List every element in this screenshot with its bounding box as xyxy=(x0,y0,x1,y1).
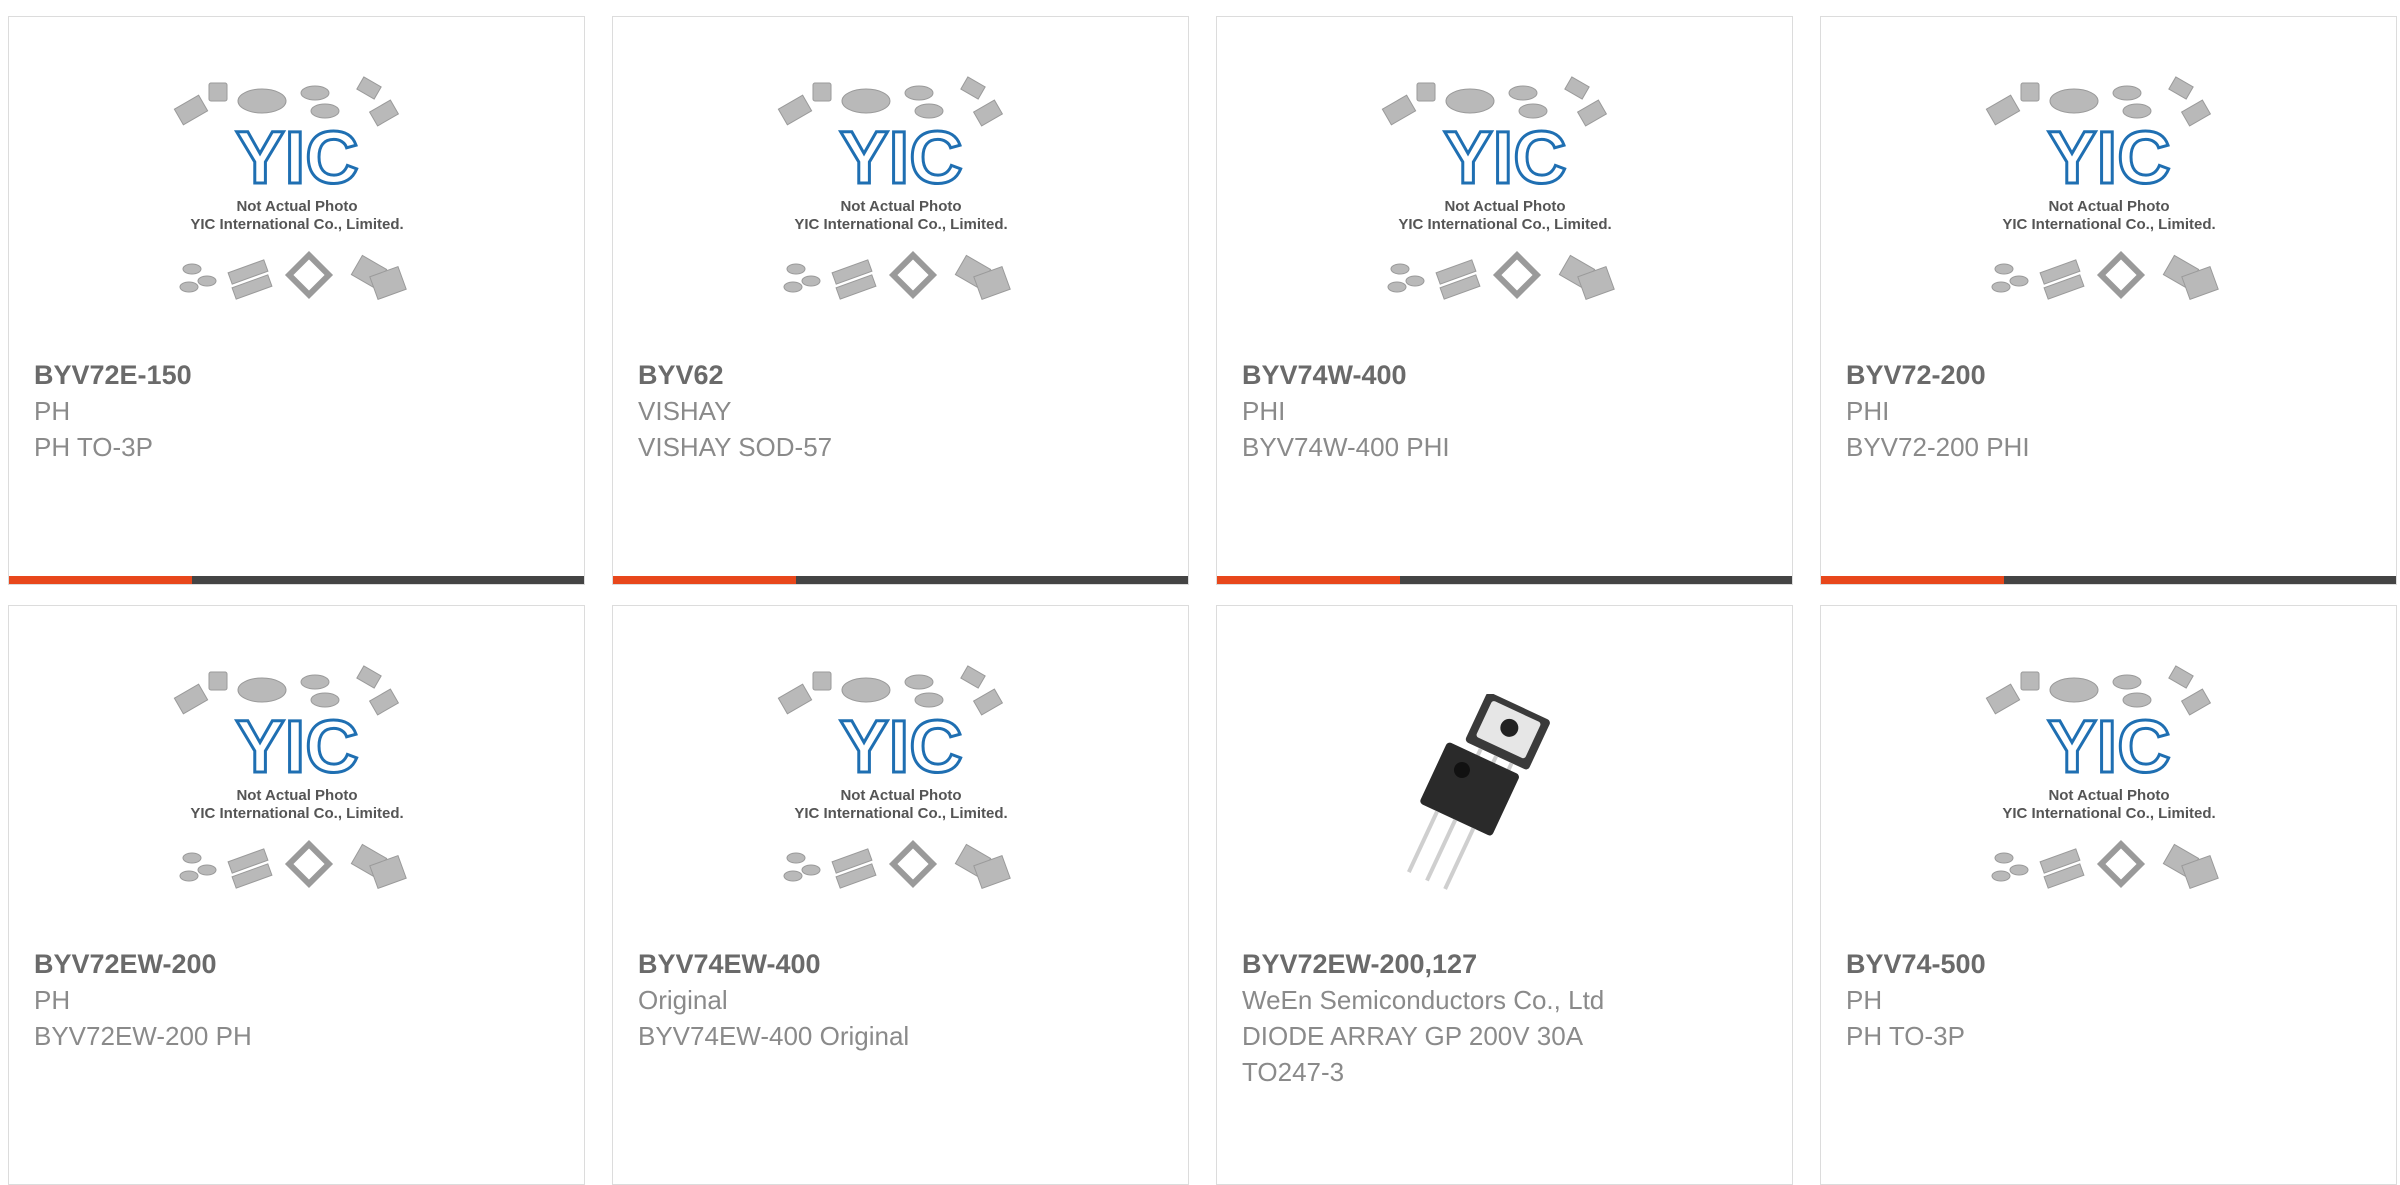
placeholder-image: YIC Not Actual Photo YIC International C… xyxy=(1985,76,2219,301)
product-info: BYV72EW-200,127 WeEn Semiconductors Co.,… xyxy=(1242,946,1772,1090)
description: BYV72-200 PHI xyxy=(1846,432,2030,462)
svg-text:YIC International Co., Limited: YIC International Co., Limited. xyxy=(1398,216,1611,233)
product-card[interactable]: YIC Not Actual Photo YIC International C… xyxy=(612,605,1189,1185)
product-info: BYV72EW-200 PH BYV72EW-200 PH xyxy=(34,946,564,1054)
part-number[interactable]: BYV72-200 xyxy=(1846,357,2376,393)
product-card[interactable]: YIC Not Actual Photo YIC International C… xyxy=(612,16,1189,585)
product-info: BYV72E-150 PH PH TO-3P xyxy=(34,357,564,465)
svg-text:YIC: YIC xyxy=(1443,116,1566,199)
product-info: BYV62 VISHAY VISHAY SOD-57 xyxy=(638,357,1168,465)
part-number[interactable]: BYV72E-150 xyxy=(34,357,564,393)
svg-text:Not Actual Photo: Not Actual Photo xyxy=(840,787,961,804)
svg-text:Not Actual Photo: Not Actual Photo xyxy=(840,198,961,215)
product-info: BYV74-500 PH PH TO-3P xyxy=(1846,946,2376,1054)
card-accent-bar xyxy=(1821,576,2396,584)
svg-text:Not Actual Photo: Not Actual Photo xyxy=(2048,198,2169,215)
accent-segment xyxy=(1217,576,1400,584)
svg-text:YIC: YIC xyxy=(235,705,358,788)
svg-text:YIC: YIC xyxy=(839,705,962,788)
svg-text:YIC International Co., Limited: YIC International Co., Limited. xyxy=(190,805,403,822)
description: BYV74EW-400 Original xyxy=(638,1021,910,1051)
svg-text:YIC International Co., Limited: YIC International Co., Limited. xyxy=(794,805,1007,822)
svg-text:Not Actual Photo: Not Actual Photo xyxy=(2048,787,2169,804)
product-image[interactable] xyxy=(1217,606,1792,942)
placeholder-image: YIC Not Actual Photo YIC International C… xyxy=(1381,76,1615,301)
product-image[interactable]: YIC Not Actual Photo YIC International C… xyxy=(9,17,584,353)
part-number[interactable]: BYV72EW-200,127 xyxy=(1242,946,1772,982)
product-card[interactable]: BYV72EW-200,127 WeEn Semiconductors Co.,… xyxy=(1216,605,1793,1185)
product-image[interactable]: YIC Not Actual Photo YIC International C… xyxy=(613,606,1188,942)
to247-photo xyxy=(1406,694,1550,890)
manufacturer: PHI xyxy=(1242,396,1286,426)
product-image[interactable]: YIC Not Actual Photo YIC International C… xyxy=(1821,606,2396,942)
accent-segment xyxy=(1821,576,2004,584)
svg-text:Not Actual Photo: Not Actual Photo xyxy=(1444,198,1565,215)
card-accent-bar xyxy=(613,576,1188,584)
product-info: BYV74W-400 PHI BYV74W-400 PHI xyxy=(1242,357,1772,465)
placeholder-image: YIC Not Actual Photo YIC International C… xyxy=(173,76,407,301)
description: PH TO-3P xyxy=(1846,1021,1965,1051)
product-info: BYV72-200 PHI BYV72-200 PHI xyxy=(1846,357,2376,465)
manufacturer: WeEn Semiconductors Co., Ltd xyxy=(1242,985,1605,1015)
product-grid: YIC Not Actual Photo YIC International C… xyxy=(0,0,2400,1185)
svg-text:YIC: YIC xyxy=(2047,705,2170,788)
svg-text:YIC International Co., Limited: YIC International Co., Limited. xyxy=(2002,216,2215,233)
svg-text:Not Actual Photo: Not Actual Photo xyxy=(236,787,357,804)
product-card[interactable]: YIC Not Actual Photo YIC International C… xyxy=(1820,16,2397,585)
description: VISHAY SOD-57 xyxy=(638,432,833,462)
description: BYV72EW-200 PH xyxy=(34,1021,252,1051)
placeholder-image: YIC Not Actual Photo YIC International C… xyxy=(1985,665,2219,890)
manufacturer: VISHAY xyxy=(638,396,732,426)
product-image[interactable]: YIC Not Actual Photo YIC International C… xyxy=(1821,17,2396,353)
manufacturer: Original xyxy=(638,985,728,1015)
part-number[interactable]: BYV74W-400 xyxy=(1242,357,1772,393)
svg-text:YIC International Co., Limited: YIC International Co., Limited. xyxy=(794,216,1007,233)
product-info: BYV74EW-400 Original BYV74EW-400 Origina… xyxy=(638,946,1168,1054)
manufacturer: PH xyxy=(34,396,71,426)
card-accent-bar xyxy=(1217,576,1792,584)
description: BYV74W-400 PHI xyxy=(1242,432,1450,462)
accent-segment xyxy=(9,576,192,584)
svg-text:YIC: YIC xyxy=(839,116,962,199)
product-image[interactable]: YIC Not Actual Photo YIC International C… xyxy=(613,17,1188,353)
svg-text:YIC: YIC xyxy=(235,116,358,199)
product-card[interactable]: YIC Not Actual Photo YIC International C… xyxy=(1820,605,2397,1185)
card-accent-bar xyxy=(9,576,584,584)
product-card[interactable]: YIC Not Actual Photo YIC International C… xyxy=(8,605,585,1185)
svg-text:YIC International Co., Limited: YIC International Co., Limited. xyxy=(2002,805,2215,822)
part-number[interactable]: BYV74EW-400 xyxy=(638,946,1168,982)
svg-text:YIC: YIC xyxy=(2047,116,2170,199)
description-continued: TO247-3 xyxy=(1242,1057,1345,1087)
placeholder-image: YIC Not Actual Photo YIC International C… xyxy=(777,76,1011,301)
manufacturer: PHI xyxy=(1846,396,1890,426)
svg-text:YIC International Co., Limited: YIC International Co., Limited. xyxy=(190,216,403,233)
placeholder-image: YIC Not Actual Photo YIC International C… xyxy=(777,665,1011,890)
product-card[interactable]: YIC Not Actual Photo YIC International C… xyxy=(8,16,585,585)
product-image[interactable]: YIC Not Actual Photo YIC International C… xyxy=(9,606,584,942)
part-number[interactable]: BYV74-500 xyxy=(1846,946,2376,982)
product-image[interactable]: YIC Not Actual Photo YIC International C… xyxy=(1217,17,1792,353)
part-number[interactable]: BYV62 xyxy=(638,357,1168,393)
description: PH TO-3P xyxy=(34,432,153,462)
manufacturer: PH xyxy=(1846,985,1883,1015)
part-number[interactable]: BYV72EW-200 xyxy=(34,946,564,982)
placeholder-image: YIC Not Actual Photo YIC International C… xyxy=(173,665,407,890)
svg-text:Not Actual Photo: Not Actual Photo xyxy=(236,198,357,215)
accent-segment xyxy=(613,576,796,584)
description: DIODE ARRAY GP 200V 30A xyxy=(1242,1021,1584,1051)
manufacturer: PH xyxy=(34,985,71,1015)
product-card[interactable]: YIC Not Actual Photo YIC International C… xyxy=(1216,16,1793,585)
